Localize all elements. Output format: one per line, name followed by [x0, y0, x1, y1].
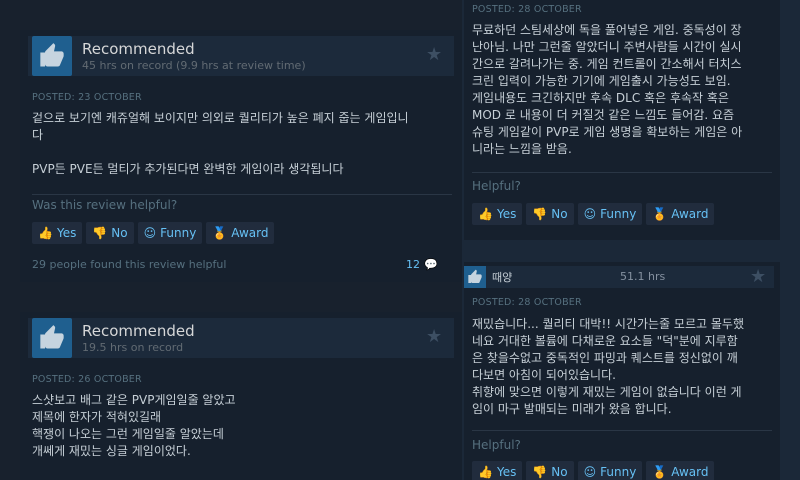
star-icon[interactable]: ★ — [426, 328, 442, 346]
award-button[interactable]: 🏅 Award — [646, 461, 715, 480]
thumbs-up-icon: 👍 — [478, 207, 493, 221]
vote-buttons: 👍 Yes 👎 No ☺ Funny 🏅 Award — [472, 461, 715, 480]
award-label: Award — [671, 207, 709, 221]
star-icon[interactable]: ★ — [426, 46, 442, 64]
smiley-icon: ☺ — [583, 207, 597, 221]
hours-on-record: 51.1 hrs — [620, 270, 666, 283]
hours-on-record: 45 hrs on record (9.9 hrs at review time… — [82, 59, 306, 72]
vote-no-button[interactable]: 👎 No — [526, 461, 574, 480]
posted-date: POSTED: 26 OCTOBER — [32, 374, 142, 385]
vote-yes-button[interactable]: 👍 Yes — [472, 203, 523, 225]
vote-no-button[interactable]: 👎 No — [526, 203, 574, 225]
review-card-2: Recommended 19.5 hrs on record ★ POSTED:… — [20, 312, 462, 480]
recommended-label: Recommended — [82, 40, 195, 58]
helpful-question: Helpful? — [472, 438, 521, 452]
found-helpful-count: 29 people found this review helpful — [32, 258, 227, 271]
review-text: 스샷보고 배그 같은 PVP게임일줄 알았고 제목에 한자가 적혀있길래 핵쟁이… — [32, 393, 236, 458]
review-card-3: POSTED: 28 OCTOBER 무료하던 스팀세상에 독을 풀어넣은 게임… — [464, 0, 780, 240]
recommended-label: Recommended — [82, 322, 195, 340]
helpful-question: Helpful? — [472, 179, 521, 193]
thumbs-up-icon — [32, 318, 72, 358]
award-label: Award — [671, 465, 709, 479]
smiley-icon: ☺ — [143, 226, 157, 240]
review-card-1: Recommended 45 hrs on record (9.9 hrs at… — [20, 30, 462, 282]
award-button[interactable]: 🏅 Award — [646, 203, 715, 225]
award-label: Award — [231, 226, 269, 240]
review-text: 겉으로 보기엔 캐쥬얼해 보이지만 의외로 퀄리티가 높은 폐지 줍는 게임입니… — [32, 111, 409, 176]
vote-funny-button[interactable]: ☺ Funny — [137, 222, 203, 244]
thumbs-down-icon: 👎 — [92, 226, 108, 240]
no-label: No — [551, 465, 568, 479]
posted-date: POSTED: 28 OCTOBER — [472, 4, 582, 15]
helpful-question: Was this review helpful? — [32, 198, 178, 212]
vote-funny-button[interactable]: ☺ Funny — [577, 203, 643, 225]
review-text: 재밌습니다... 퀄리티 대박!! 시간가는줄 모르고 몰두했 네요 거대한 볼… — [472, 317, 744, 416]
funny-label: Funny — [600, 207, 637, 221]
no-label: No — [551, 207, 568, 221]
vote-funny-button[interactable]: ☺ Funny — [577, 461, 643, 480]
comment-count[interactable]: 12 💬 — [406, 258, 438, 271]
yes-label: Yes — [496, 465, 517, 479]
smiley-icon: ☺ — [583, 465, 597, 479]
star-icon[interactable]: ★ — [750, 268, 766, 286]
posted-date: POSTED: 28 OCTOBER — [472, 297, 582, 308]
award-icon: 🏅 — [212, 226, 228, 240]
divider — [32, 194, 452, 195]
review-text: 무료하던 스팀세상에 독을 풀어넣은 게임. 중독성이 장 난아님. 나만 그런… — [472, 23, 743, 156]
vote-buttons: 👍 Yes 👎 No ☺ Funny 🏅 Award — [32, 222, 275, 244]
yes-label: Yes — [56, 226, 77, 240]
vote-yes-button[interactable]: 👍 Yes — [32, 222, 83, 244]
vote-buttons: 👍 Yes 👎 No ☺ Funny 🏅 Award — [472, 203, 715, 225]
vote-no-button[interactable]: 👎 No — [86, 222, 134, 244]
reviewer-name[interactable]: 때양 — [492, 269, 512, 285]
thumbs-up-icon: 👍 — [38, 226, 53, 240]
divider — [472, 172, 772, 173]
divider — [472, 430, 772, 431]
award-icon: 🏅 — [652, 465, 668, 479]
thumbs-up-icon: 👍 — [478, 465, 493, 479]
thumbs-down-icon: 👎 — [532, 207, 548, 221]
award-button[interactable]: 🏅 Award — [206, 222, 275, 244]
funny-label: Funny — [160, 226, 197, 240]
yes-label: Yes — [496, 207, 517, 221]
comment-icon: 💬 — [424, 258, 438, 271]
hours-on-record: 19.5 hrs on record — [82, 341, 184, 354]
thumbs-up-icon — [32, 36, 72, 76]
vote-yes-button[interactable]: 👍 Yes — [472, 461, 523, 480]
avatar[interactable] — [464, 266, 486, 288]
comment-count-value: 12 — [406, 258, 420, 271]
award-icon: 🏅 — [652, 207, 668, 221]
reviewer-header: 때양 — [464, 266, 774, 288]
funny-label: Funny — [600, 465, 637, 479]
review-card-4: 때양 51.1 hrs ★ POSTED: 28 OCTOBER 재밌습니다..… — [464, 262, 780, 480]
posted-date: POSTED: 23 OCTOBER — [32, 92, 142, 103]
no-label: No — [111, 226, 128, 240]
thumbs-down-icon: 👎 — [532, 465, 548, 479]
